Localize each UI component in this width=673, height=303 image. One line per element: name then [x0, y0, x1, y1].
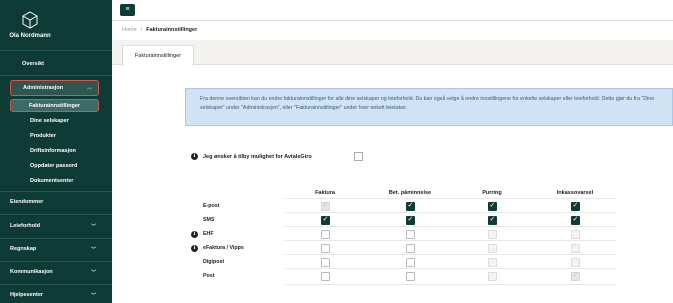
sidebar-item-label: Kommunikasjon — [10, 269, 53, 275]
checkbox-inkassovarsel — [570, 230, 580, 239]
chevron-down-icon: ﹀ — [90, 270, 96, 276]
row-label: SMS — [203, 217, 215, 223]
checkbox-purring[interactable] — [487, 201, 497, 211]
sidebar-divider — [0, 284, 112, 285]
breadcrumb-current: Fakturainnstillinger — [146, 27, 198, 33]
row-label: Post — [203, 273, 215, 279]
checkbox-faktura[interactable] — [320, 272, 330, 281]
chevron-down-icon: ﹀ — [90, 247, 96, 253]
table-divider — [285, 284, 616, 285]
checkbox-inkassovarsel[interactable] — [570, 215, 580, 225]
sidebar-item-oversikt[interactable]: Oversikt — [22, 61, 112, 67]
tab-fakturainnstillinger[interactable]: Fakturainnstillinger — [122, 45, 194, 66]
tab-bar — [112, 40, 673, 65]
sidebar-group-administrasjon[interactable]: Administrasjon ︿ — [10, 80, 99, 96]
row-label: EHF — [203, 231, 214, 237]
checkbox-inkassovarsel — [570, 258, 580, 267]
sidebar-item-label: Eiendommer — [10, 199, 44, 205]
table-row — [285, 268, 616, 282]
sidebar-group-label: Administrasjon — [23, 85, 64, 91]
sidebar-item-hjelpesenter[interactable]: Hjelpesenter ﹀ — [10, 292, 100, 299]
sidebar-divider — [0, 238, 112, 239]
sidebar-item-label: Fakturainnstillinger — [29, 102, 81, 109]
sidebar-item-driftsinformasjon[interactable]: Driftsinformasjon — [30, 148, 76, 154]
sidebar-item-produkter[interactable]: Produkter — [30, 133, 56, 139]
checkbox-bet-paminnelse[interactable] — [405, 230, 415, 239]
column-header-faktura: Faktura — [315, 190, 335, 196]
checkbox-purring — [487, 230, 497, 239]
info-icon[interactable]: i — [191, 231, 198, 238]
checkbox-bet-paminnelse[interactable] — [405, 244, 415, 253]
breadcrumb-separator: / — [140, 27, 143, 33]
sidebar: Ola Nordmann Oversikt Administrasjon ︿ F… — [0, 0, 112, 303]
checkbox-purring[interactable] — [487, 215, 497, 225]
sidebar-item-eiendommer[interactable]: Eiendommer — [10, 199, 100, 205]
row-label: eFaktura / Vipps — [203, 245, 244, 251]
breadcrumb-home[interactable]: Home — [122, 27, 137, 33]
sidebar-item-label: Hjelpesenter — [10, 292, 44, 298]
checkbox-faktura[interactable] — [320, 244, 330, 253]
avtalegiro-label: Jeg ønsker å tilby mulighet for AvtaleGi… — [203, 154, 312, 160]
column-header-inkassovarsel: Inkassovarsel — [556, 190, 594, 196]
checkbox-purring — [487, 258, 497, 267]
table-row — [285, 226, 616, 240]
sidebar-divider — [0, 214, 112, 215]
sidebar-item-fakturainnstillinger[interactable]: Fakturainnstillinger — [10, 99, 99, 112]
row-label: E-post — [203, 203, 220, 209]
checkbox-purring — [487, 272, 497, 281]
sidebar-divider — [0, 191, 112, 192]
info-message: Fra denne oversikten kan du endre faktur… — [185, 88, 673, 126]
table-row — [285, 254, 616, 268]
checkbox-inkassovarsel — [570, 244, 580, 253]
table-row — [285, 212, 616, 226]
sidebar-item-label: Regnskap — [10, 246, 37, 252]
hamburger-menu-button[interactable]: ≡ — [120, 4, 135, 16]
table-row — [285, 198, 616, 212]
column-header-purring: Purring — [482, 190, 502, 196]
checkbox-bet-paminnelse[interactable] — [405, 258, 415, 267]
checkbox-faktura — [320, 201, 330, 211]
sidebar-divider — [0, 75, 112, 76]
info-icon[interactable]: i — [191, 245, 198, 252]
chevron-up-icon: ︿ — [86, 85, 92, 91]
checkbox-faktura[interactable] — [320, 230, 330, 239]
checkbox-faktura[interactable] — [320, 258, 330, 267]
info-icon[interactable]: i — [191, 153, 198, 160]
checkbox-bet-paminnelse[interactable] — [405, 201, 415, 211]
checkbox-inkassovarsel — [570, 271, 580, 281]
cube-logo-icon — [22, 11, 38, 29]
row-label: Digipost — [203, 259, 225, 265]
topbar-divider — [112, 20, 673, 21]
sidebar-item-kommunikasjon[interactable]: Kommunikasjon ﹀ — [10, 269, 100, 276]
avtalegiro-checkbox[interactable] — [354, 152, 363, 161]
sidebar-item-dokumentsenter[interactable]: Dokumentsenter — [30, 178, 73, 184]
chevron-down-icon: ﹀ — [90, 224, 96, 230]
sidebar-item-label: Leieforhold — [10, 223, 40, 229]
table-row — [285, 240, 616, 254]
sidebar-item-leieforhold[interactable]: Leieforhold ﹀ — [10, 223, 100, 230]
checkbox-bet-paminnelse[interactable] — [405, 215, 415, 225]
sidebar-divider — [0, 50, 112, 51]
hamburger-icon: ≡ — [125, 6, 130, 13]
checkbox-faktura[interactable] — [320, 215, 330, 225]
sidebar-item-regnskap[interactable]: Regnskap ﹀ — [10, 246, 100, 253]
sidebar-divider — [0, 261, 112, 262]
breadcrumb: Home / Fakturainnstillinger — [122, 27, 197, 33]
user-name: Ola Nordmann — [9, 33, 51, 39]
checkbox-purring — [487, 244, 497, 253]
sidebar-item-oppdater-passord[interactable]: Oppdater passord — [30, 163, 77, 169]
column-header-bet-paminnelse: Bet. påminnelse — [388, 190, 432, 196]
chevron-down-icon: ﹀ — [90, 293, 96, 299]
sidebar-item-dine-selskaper[interactable]: Dine selskaper — [30, 118, 69, 124]
checkbox-inkassovarsel[interactable] — [570, 201, 580, 211]
checkbox-bet-paminnelse[interactable] — [405, 272, 415, 281]
